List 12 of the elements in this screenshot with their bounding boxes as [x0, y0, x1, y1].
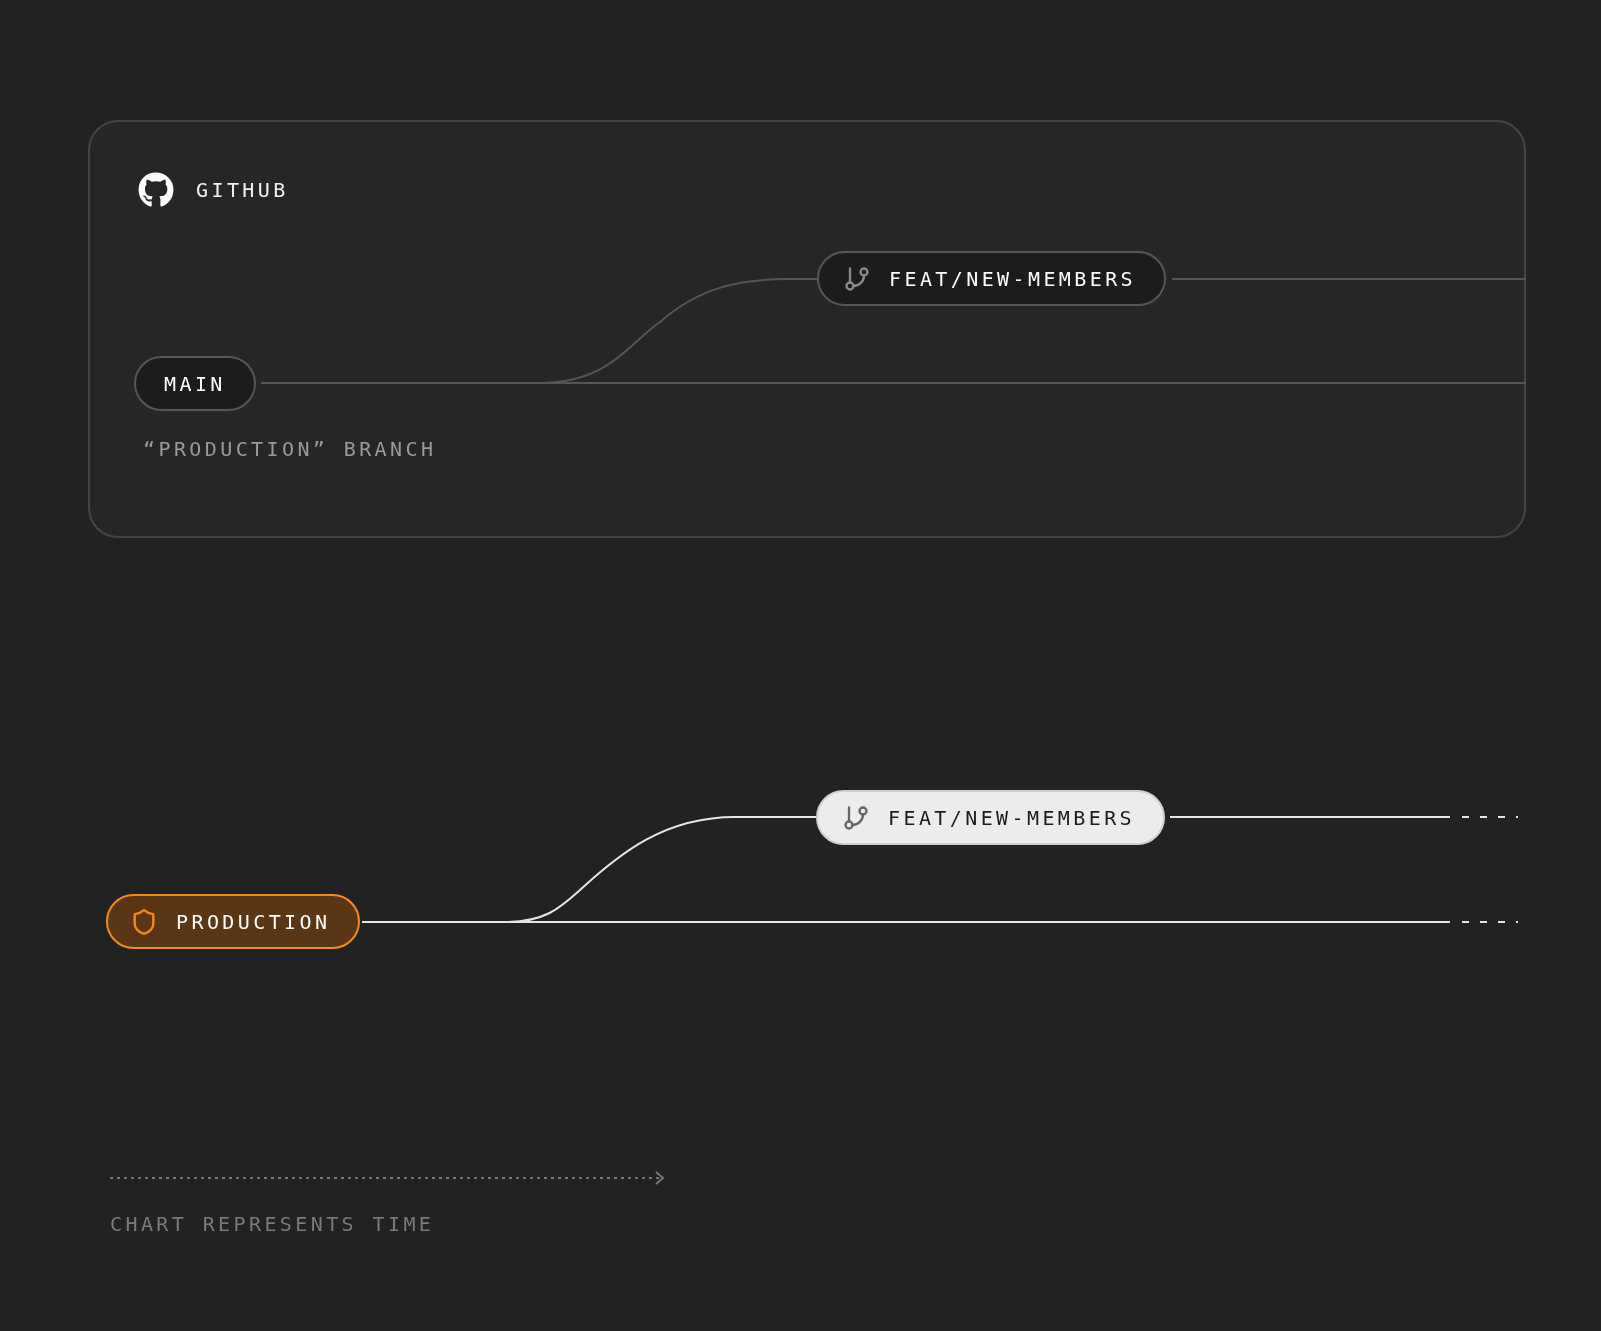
branch-pill: FEAT/NEW-MEMBERS	[816, 790, 1166, 845]
branch-pill: MAIN	[134, 356, 256, 411]
git-branch-icon	[843, 264, 871, 293]
git-branch-icon	[842, 803, 870, 832]
dashed-line-end	[1461, 921, 1519, 923]
dashed-line-end	[1461, 816, 1519, 818]
github-logo-icon	[138, 172, 174, 208]
branch-caption: “PRODUCTION” BRANCH	[143, 437, 437, 461]
card-title: GITHUB	[196, 178, 289, 202]
axis-caption: CHART REPRESENTS TIME	[110, 1212, 436, 1236]
production-pill: PRODUCTION	[106, 894, 361, 949]
branch-pill: FEAT/NEW-MEMBERS	[817, 251, 1167, 306]
